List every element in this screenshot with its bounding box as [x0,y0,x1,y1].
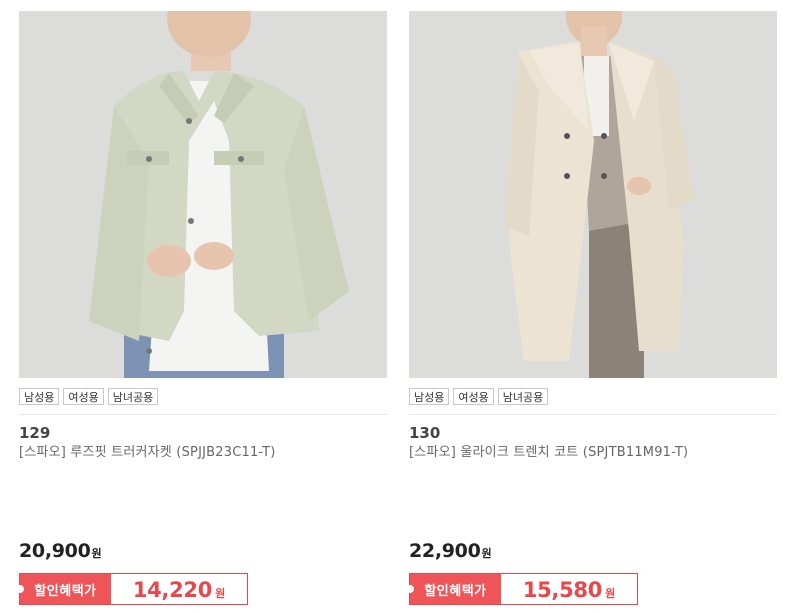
tag-male: 남성용 [409,388,450,405]
price-row: 22,900 원 [409,540,492,564]
gender-tags: 남성용 여성용 남녀공용 [409,388,777,408]
price-unit: 원 [481,547,492,560]
product-card[interactable]: 남성용 여성용 남녀공용 130 [스파오] 울라이크 트렌치 코트 (SPJT… [406,11,777,605]
price-row: 20,900 원 [19,540,102,564]
price: 20,900 [19,540,91,562]
product-name[interactable]: [스파오] 루즈핏 트러커자켓 (SPJJB23C11-T) [19,444,387,462]
product-image[interactable] [409,11,777,378]
product-name[interactable]: [스파오] 울라이크 트렌치 코트 (SPJTB11M91-T) [409,444,777,462]
coat-photo [409,11,777,378]
tag-female: 여성용 [63,388,104,405]
product-card[interactable]: 남성용 여성용 남녀공용 129 [스파오] 루즈핏 트러커자켓 (SPJJB2… [16,11,387,605]
discount-price: 15,580 [522,578,603,602]
divider [409,414,777,415]
dot-icon [16,585,24,593]
tag-female: 여성용 [453,388,494,405]
discount-value: 15,580 원 [501,574,637,604]
discount-box: 할인혜택가 14,220 원 [16,573,248,605]
discount-box: 할인혜택가 15,580 원 [406,573,638,605]
discount-label: 할인혜택가 [34,583,97,599]
tag-unisex: 남녀공용 [107,388,159,405]
tag-unisex: 남녀공용 [497,388,549,405]
tag-male: 남성용 [19,388,60,405]
price: 22,900 [409,540,481,562]
price-unit: 원 [91,547,102,560]
discount-unit: 원 [215,587,226,600]
dot-icon [406,585,414,593]
discount-price: 14,220 [132,578,213,602]
jacket-photo [19,11,387,378]
discount-unit: 원 [605,587,616,600]
gender-tags: 남성용 여성용 남녀공용 [19,388,387,408]
product-image[interactable] [19,11,387,378]
discount-label: 할인혜택가 [424,583,487,599]
product-number: 129 [19,424,51,442]
divider [19,414,387,415]
discount-label-badge: 할인혜택가 [16,574,111,604]
product-number: 130 [409,424,441,442]
discount-label-badge: 할인혜택가 [406,574,501,604]
discount-value: 14,220 원 [111,574,247,604]
